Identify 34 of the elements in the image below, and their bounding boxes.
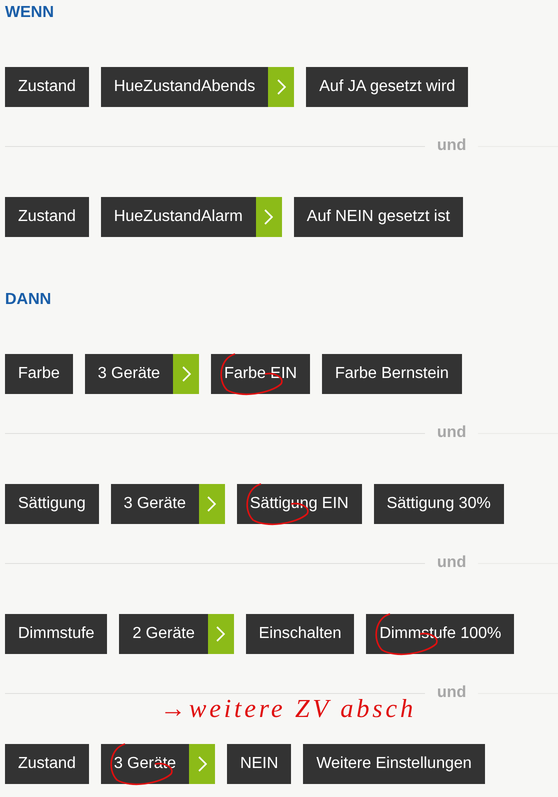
handwritten-note: →weitere ZV absch xyxy=(160,694,416,724)
device-selector[interactable]: HueZustandAbends xyxy=(100,67,294,107)
connector-label: und xyxy=(437,554,466,572)
condition-chip[interactable]: Weitere Einstellungen xyxy=(303,744,485,784)
chevron-right-icon xyxy=(276,79,286,95)
condition-chip[interactable]: Farbe xyxy=(5,354,73,394)
condition-chip[interactable]: Farbe EIN xyxy=(211,354,310,394)
chevron-right-icon xyxy=(207,496,216,512)
condition-chip[interactable]: Zustand xyxy=(5,67,89,107)
condition-chip[interactable]: Auf NEIN gesetzt ist xyxy=(294,197,463,237)
connector-label: und xyxy=(437,137,466,155)
chevron-right-icon xyxy=(216,626,226,642)
condition-chip[interactable]: Auf JA gesetzt wird xyxy=(306,67,468,107)
condition-chip[interactable]: Einschalten xyxy=(246,614,354,654)
section-title: DANN xyxy=(5,290,52,310)
condition-chip[interactable]: Zustand xyxy=(5,197,89,237)
condition-chip[interactable]: Farbe Bernstein xyxy=(322,354,462,394)
condition-chip[interactable]: Sättigung xyxy=(5,484,99,524)
device-selector[interactable]: 3 Geräte xyxy=(84,354,200,394)
device-selector[interactable]: 2 Geräte xyxy=(119,614,234,654)
chevron-right-icon xyxy=(182,366,191,382)
condition-chip[interactable]: NEIN xyxy=(227,744,292,784)
condition-chip[interactable]: Dimmstufe xyxy=(5,614,108,654)
connector-label: und xyxy=(437,684,466,702)
device-selector[interactable]: 3 Geräte xyxy=(110,484,225,524)
condition-chip[interactable]: Dimmstufe 100% xyxy=(366,614,514,654)
chevron-right-icon xyxy=(198,756,207,772)
chevron-right-icon xyxy=(264,209,274,225)
device-selector[interactable]: HueZustandAlarm xyxy=(100,197,282,237)
condition-chip[interactable]: Sättigung EIN xyxy=(236,484,362,524)
condition-chip[interactable]: Sättigung 30% xyxy=(374,484,504,524)
connector-label: und xyxy=(437,424,466,442)
condition-chip[interactable]: Zustand xyxy=(5,744,89,784)
section-title: WENN xyxy=(5,3,54,23)
